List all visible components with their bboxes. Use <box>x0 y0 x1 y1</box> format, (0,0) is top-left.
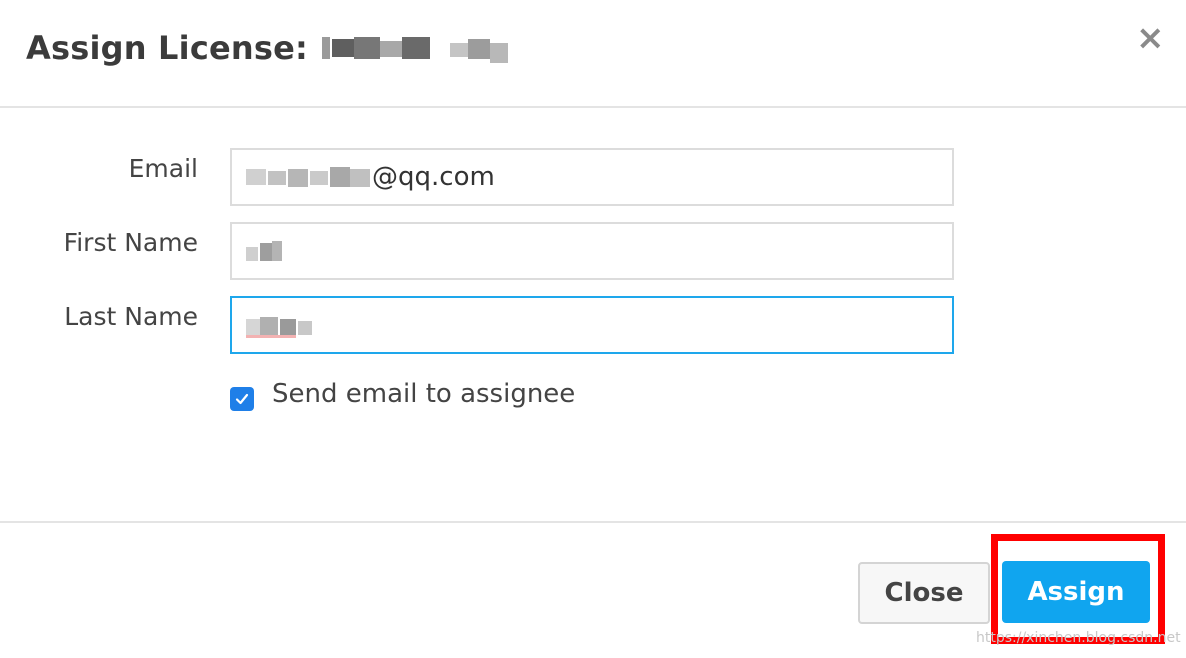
watermark: https://xinchen.blog.csdn.net <box>976 630 1181 646</box>
last-name-label: Last Name <box>64 302 198 331</box>
email-domain: @qq.com <box>372 162 495 192</box>
close-icon[interactable]: × <box>1136 21 1165 55</box>
first-name-label: First Name <box>63 228 198 257</box>
redacted-email-local <box>246 165 370 189</box>
dialog-title-wrap: Assign License: <box>26 28 522 68</box>
assign-button[interactable]: Assign <box>1002 561 1150 623</box>
last-name-row: Last Name <box>0 296 1186 354</box>
redacted-first-name <box>246 239 282 263</box>
last-name-value <box>246 298 326 352</box>
email-label: Email <box>128 154 198 183</box>
email-value: @qq.com <box>246 150 495 204</box>
redacted-last-name <box>246 313 324 338</box>
send-email-checkbox[interactable] <box>230 387 254 411</box>
last-name-field[interactable] <box>230 296 954 354</box>
first-name-value <box>246 224 284 278</box>
redacted-license-name <box>322 31 522 65</box>
close-button[interactable]: Close <box>858 562 990 624</box>
first-name-field[interactable] <box>230 222 954 280</box>
email-row: Email @qq.com <box>0 148 1186 206</box>
footer-divider <box>0 521 1186 523</box>
send-email-label: Send email to assignee <box>272 379 576 409</box>
dialog-header: Assign License: × <box>0 0 1186 108</box>
check-icon <box>235 393 249 405</box>
send-email-option[interactable]: Send email to assignee <box>230 376 575 412</box>
dialog-title: Assign License: <box>26 29 309 67</box>
email-field[interactable]: @qq.com <box>230 148 954 206</box>
assign-license-dialog: Assign License: × Email @qq.com First Na… <box>0 0 1186 658</box>
first-name-row: First Name <box>0 222 1186 280</box>
